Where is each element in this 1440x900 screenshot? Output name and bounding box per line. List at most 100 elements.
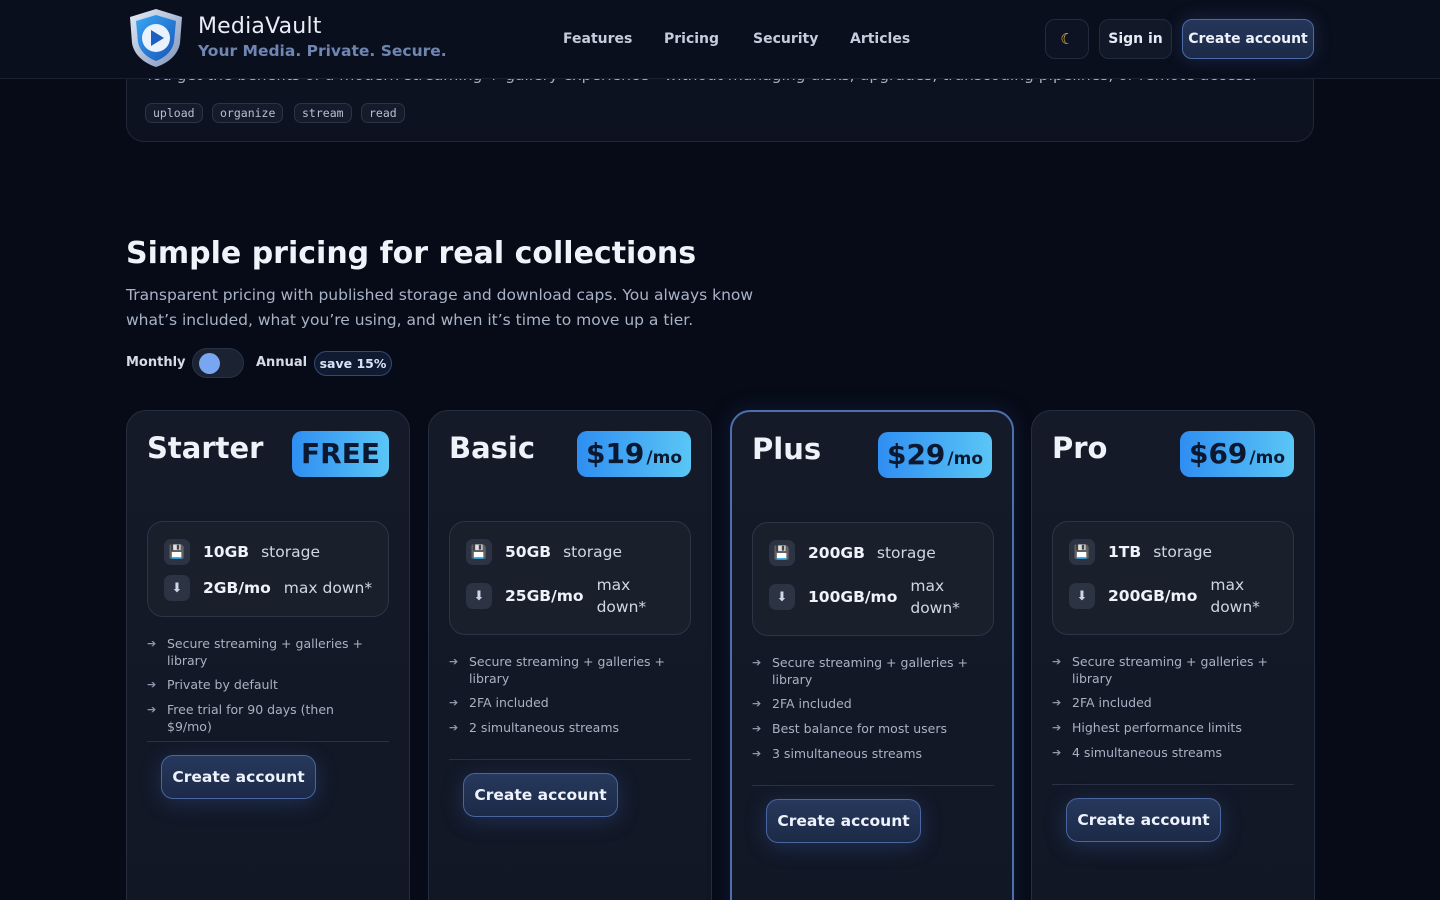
feature-item: ➔ 2FA included xyxy=(1052,695,1152,710)
create-account-pro-button[interactable]: Create account xyxy=(1066,798,1221,842)
monthly-label[interactable]: Monthly xyxy=(126,355,186,370)
feature-item: ➔ Private by default xyxy=(147,677,278,692)
nav-pricing[interactable]: Pricing xyxy=(664,31,719,47)
plan-card-plus: Plus $29 /mo 💾 200GB storage ⬇ 100GB/mo … xyxy=(730,410,1014,900)
top-navigation-bar: MediaVault Your Media. Private. Secure. … xyxy=(0,0,1440,79)
arrow-right-icon: ➔ xyxy=(449,655,459,668)
arrow-right-icon: ➔ xyxy=(1052,746,1062,759)
arrow-right-icon: ➔ xyxy=(752,697,762,710)
plan-limits-box: 💾 200GB storage ⬇ 100GB/mo max down* xyxy=(752,522,994,636)
arrow-right-icon: ➔ xyxy=(752,722,762,735)
nav-articles[interactable]: Articles xyxy=(850,31,910,47)
create-account-basic-button[interactable]: Create account xyxy=(463,773,618,817)
feature-item: ➔ 2FA included xyxy=(752,696,852,711)
create-account-header-button[interactable]: Create account xyxy=(1182,19,1314,59)
download-arrow-icon: ⬇ xyxy=(1069,583,1095,609)
arrow-right-icon: ➔ xyxy=(752,656,762,669)
storage-row: 💾 10GB storage xyxy=(164,539,320,565)
download-arrow-icon: ⬇ xyxy=(466,583,492,609)
create-account-starter-button[interactable]: Create account xyxy=(161,755,316,799)
arrow-right-icon: ➔ xyxy=(449,696,459,709)
plan-card-basic: Basic $19 /mo 💾 50GB storage ⬇ 25GB/mo m… xyxy=(428,410,712,900)
pricing-title: Simple pricing for real collections xyxy=(126,236,697,271)
arrow-right-icon: ➔ xyxy=(449,721,459,734)
download-row: ⬇ 25GB/mo max down* xyxy=(466,574,657,618)
tag-organize: organize xyxy=(212,103,284,123)
arrow-right-icon: ➔ xyxy=(147,678,157,691)
nav-security[interactable]: Security xyxy=(753,31,818,47)
feature-item: ➔ Secure streaming + galleries + library xyxy=(147,636,363,668)
feature-item: ➔ 3 simultaneous streams xyxy=(752,746,923,761)
price-period: /mo xyxy=(646,448,683,468)
download-value: 100GB/mo xyxy=(808,588,898,606)
feature-item: ➔ 2FA included xyxy=(449,695,549,710)
price-amount: FREE xyxy=(301,437,380,470)
billing-period-toggle[interactable] xyxy=(192,348,244,378)
tag-read: read xyxy=(361,103,405,123)
theme-toggle-button[interactable]: ☾ xyxy=(1045,19,1089,59)
floppy-disk-icon: 💾 xyxy=(466,539,492,565)
download-arrow-icon: ⬇ xyxy=(769,584,795,610)
price-badge: $19 /mo xyxy=(577,431,691,477)
storage-label: storage xyxy=(1153,543,1213,561)
toggle-knob xyxy=(199,353,220,374)
plan-name: Pro xyxy=(1052,431,1108,465)
plan-limits-box: 💾 10GB storage ⬇ 2GB/mo max down* xyxy=(147,521,389,617)
plan-name: Basic xyxy=(449,431,536,465)
arrow-right-icon: ➔ xyxy=(1052,721,1062,734)
storage-row: 💾 200GB storage xyxy=(769,540,936,566)
download-label: max down* xyxy=(1210,576,1260,616)
price-badge: $69 /mo xyxy=(1180,431,1294,477)
moon-icon: ☾ xyxy=(1060,30,1074,48)
feature-item: ➔ 2 simultaneous streams xyxy=(449,720,620,735)
brand-tagline: Your Media. Private. Secure. xyxy=(198,42,447,60)
price-badge: $29 /mo xyxy=(878,432,992,478)
storage-value: 50GB xyxy=(505,543,552,561)
download-row: ⬇ 2GB/mo max down* xyxy=(164,575,372,601)
price-period: /mo xyxy=(1249,448,1286,468)
tag-upload: upload xyxy=(145,103,203,123)
card-divider xyxy=(1052,784,1294,785)
floppy-disk-icon: 💾 xyxy=(769,540,795,566)
floppy-disk-icon: 💾 xyxy=(164,539,190,565)
arrow-right-icon: ➔ xyxy=(147,703,157,716)
arrow-right-icon: ➔ xyxy=(752,747,762,760)
download-row: ⬇ 100GB/mo max down* xyxy=(769,575,970,619)
plan-name: Plus xyxy=(752,432,822,466)
card-divider xyxy=(752,785,994,786)
download-row: ⬇ 200GB/mo max down* xyxy=(1069,574,1270,618)
mediavault-logo-icon[interactable] xyxy=(126,7,186,69)
download-value: 25GB/mo xyxy=(505,587,584,605)
plan-limits-box: 💾 50GB storage ⬇ 25GB/mo max down* xyxy=(449,521,691,635)
plan-name: Starter xyxy=(147,431,264,465)
floppy-disk-icon: 💾 xyxy=(1069,539,1095,565)
feature-item: ➔ 4 simultaneous streams xyxy=(1052,745,1223,760)
storage-value: 1TB xyxy=(1108,543,1142,561)
nav-features[interactable]: Features xyxy=(563,31,632,47)
arrow-right-icon: ➔ xyxy=(1052,696,1062,709)
storage-label: storage xyxy=(876,544,936,562)
sign-in-button[interactable]: Sign in xyxy=(1099,19,1172,59)
storage-value: 10GB xyxy=(203,543,250,561)
storage-label: storage xyxy=(261,543,320,561)
plan-card-starter: Starter FREE 💾 10GB storage ⬇ 2GB/mo max… xyxy=(126,410,410,900)
feature-item: ➔ Secure streaming + galleries + library xyxy=(1052,654,1268,686)
download-label: max down* xyxy=(283,579,373,597)
create-account-plus-button[interactable]: Create account xyxy=(766,799,921,843)
download-label: max down* xyxy=(596,576,647,616)
feature-item: ➔ Secure streaming + galleries + library xyxy=(752,655,968,687)
annual-label[interactable]: Annual xyxy=(256,355,307,370)
price-amount: $29 xyxy=(886,438,946,471)
annual-savings-badge: save 15% xyxy=(314,351,392,376)
price-period: /mo xyxy=(947,449,984,469)
brand-name[interactable]: MediaVault xyxy=(198,14,322,39)
pricing-subtitle: Transparent pricing with published stora… xyxy=(126,286,754,329)
feature-item: ➔ Free trial for 90 days (then $9/mo) xyxy=(147,702,334,734)
storage-label: storage xyxy=(563,543,622,561)
storage-row: 💾 1TB storage xyxy=(1069,539,1212,565)
feature-item: ➔ Highest performance limits xyxy=(1052,720,1242,735)
arrow-right-icon: ➔ xyxy=(1052,655,1062,668)
card-divider xyxy=(449,759,691,760)
storage-value: 200GB xyxy=(808,544,865,562)
price-amount: $19 xyxy=(585,437,645,470)
